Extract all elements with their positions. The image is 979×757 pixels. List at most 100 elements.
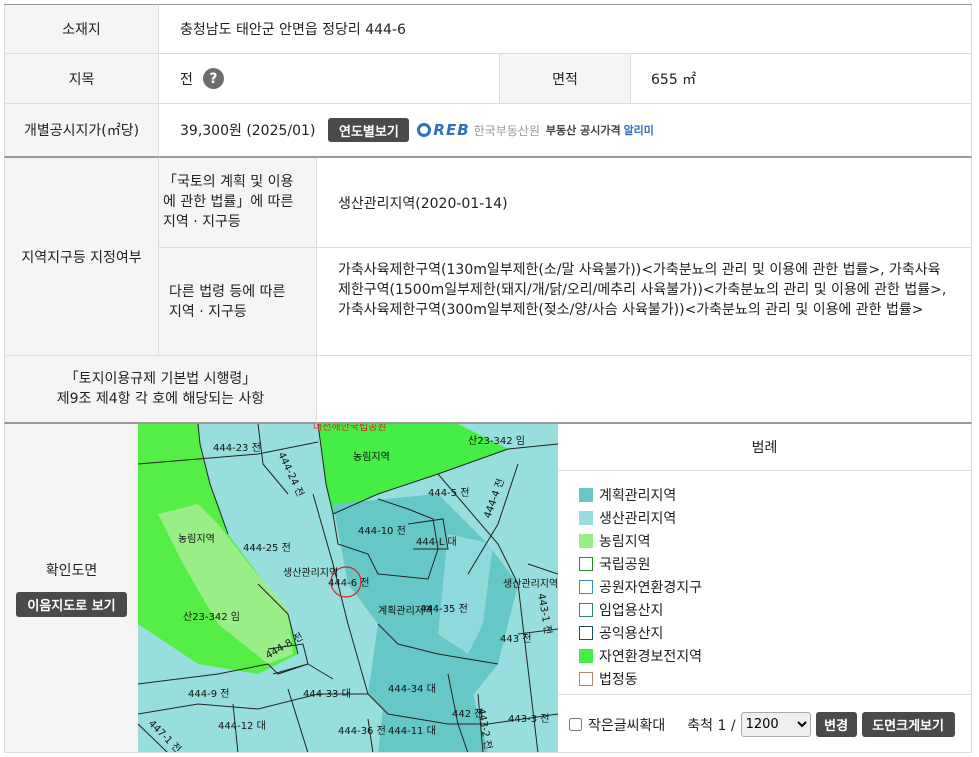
legend-item: 공익용산지 xyxy=(579,621,971,644)
legend-swatch xyxy=(579,648,593,663)
zoning-label-text: 지역지구등 지정여부 xyxy=(21,249,142,266)
location-label-text: 소재지 xyxy=(62,22,101,38)
map-parcel-label: 대전해안국립공원 xyxy=(313,424,387,433)
jimok-label: 지목 xyxy=(4,54,159,104)
reb-org-text: 한국부동산원 xyxy=(473,123,540,138)
legend-item: 임업용산지 xyxy=(579,598,971,621)
zoning-label: 지역지구등 지정여부 xyxy=(4,158,159,356)
help-icon[interactable]: ? xyxy=(202,68,224,89)
jimok-value-text: 전 xyxy=(180,71,193,88)
legend-label: 농림지역 xyxy=(599,533,651,550)
map-parcel-label: 444-L 대 xyxy=(416,536,457,548)
legend-title: 범례 xyxy=(558,424,971,471)
map-parcel-label: 444-12 대 xyxy=(218,720,266,732)
legend-panel: 범례 계획관리지역생산관리지역농림지역국립공원공원자연환경지구임업용산지공익용산… xyxy=(558,424,972,753)
price-label-text: 개별공시지가(㎡당) xyxy=(23,123,140,139)
scale-select[interactable]: 1200 xyxy=(740,712,811,737)
legend-label: 공원자연환경지구 xyxy=(599,579,703,596)
legend-swatch xyxy=(579,579,593,594)
view-map-button[interactable]: 이음지도로 보기 xyxy=(16,591,127,617)
location-label: 소재지 xyxy=(4,5,159,54)
legend-item: 공원자연환경지구 xyxy=(579,575,971,598)
reb-logo-icon xyxy=(417,123,432,137)
map-section-label-text: 확인도면 xyxy=(45,562,98,579)
legend-swatch xyxy=(579,625,593,640)
legend-label: 법정동 xyxy=(599,671,638,688)
cadastral-map-svg: 444-23 전444-24 전산23-342 임농림지역444-5 전444-… xyxy=(138,424,558,752)
reb-service-highlight: 알리미 xyxy=(623,124,654,137)
enforcement-label-line2: 제9조 제4항 각 호에 해당되는 사항 xyxy=(56,391,265,407)
large-map-button[interactable]: 도면크게보기 xyxy=(861,712,955,737)
legend-swatch xyxy=(579,556,593,571)
map-controls: 작은글씨확대 축척 1 / 1200 변경 도면크게보기 xyxy=(558,694,972,754)
scale-change-button[interactable]: 변경 xyxy=(815,712,857,737)
legend-item: 계획관리지역 xyxy=(579,483,971,506)
map-parcel-label: 농림지역 xyxy=(178,533,215,545)
cadastral-map[interactable]: 444-23 전 444-24 전 산23-342 임 농림지역 444-5 전 444-… xyxy=(138,424,558,753)
enforcement-label: 「토지이용규제 기본법 시행령」 제9조 제4항 각 호에 해당되는 사항 xyxy=(4,356,317,424)
legend-item: 법정동 xyxy=(579,667,971,690)
small-text-checkbox[interactable] xyxy=(569,718,582,731)
price-value-text: 39,300원 (2025/01) xyxy=(180,123,316,139)
map-parcel-label: 444-36 전 xyxy=(338,725,386,737)
reb-logo[interactable]: REB 한국부동산원 부동산 공시가격 알리미 xyxy=(417,121,654,139)
legend-title-text: 범례 xyxy=(751,440,778,456)
legend-label: 임업용산지 xyxy=(599,602,664,619)
yearly-view-button[interactable]: 연도별보기 xyxy=(328,118,410,142)
map-parcel-label: 444-10 전 xyxy=(358,525,406,537)
map-parcel-label: 생산관리지역 xyxy=(503,578,558,590)
legend-swatch xyxy=(579,510,593,525)
price-label: 개별공시지가(㎡당) xyxy=(4,104,159,158)
scale-label: 축척 1 / xyxy=(687,717,736,734)
legend-swatch xyxy=(579,602,593,617)
legend-list: 계획관리지역생산관리지역농림지역국립공원공원자연환경지구임업용산지공익용산지자연… xyxy=(558,471,971,690)
area-value-text: 655 ㎡ xyxy=(651,71,697,88)
map-parcel-label: 444-6 전 xyxy=(328,577,369,589)
zoning-row1-label-text: 「국토의 계획 및 이용에 관한 법률」에 따른 지역 · 지구등 xyxy=(163,174,294,230)
zoning-row2-label: 다른 법령 등에 따른 지역 · 지구등 xyxy=(159,248,317,356)
area-label-text: 면적 xyxy=(552,71,578,88)
legend-item: 자연환경보전지역 xyxy=(579,644,971,667)
legend-swatch xyxy=(579,487,593,502)
jimok-label-text: 지목 xyxy=(68,71,95,88)
map-parcel-label: 443-3 전 xyxy=(508,713,549,725)
reb-logo-text: REB xyxy=(433,121,470,139)
map-parcel-label: 444-35 전 xyxy=(420,603,468,615)
map-parcel-label: 444-25 전 xyxy=(243,542,291,554)
zoning-row1-value: 생산관리지역(2020-01-14) xyxy=(317,158,972,248)
reb-service-text: 부동산 공시가격 xyxy=(545,124,621,137)
jimok-value: 전 ? xyxy=(159,54,500,104)
zoning-row2-label-text: 다른 법령 등에 따른 지역 · 지구등 xyxy=(169,283,286,320)
map-parcel-label: 산23-342 임 xyxy=(468,434,525,447)
legend-label: 계획관리지역 xyxy=(599,487,677,504)
zoning-row1-value-text: 생산관리지역(2020-01-14) xyxy=(338,195,508,212)
map-parcel-label: 444-11 대 xyxy=(388,725,436,737)
map-parcel-label: 443 전 xyxy=(500,633,531,645)
map-parcel-label: 산23-342 임 xyxy=(183,610,240,623)
map-parcel-label: 444-9 전 xyxy=(188,688,229,700)
area-value: 655 ㎡ xyxy=(631,54,972,104)
map-section-label: 확인도면 이음지도로 보기 xyxy=(4,424,138,753)
legend-label: 공익용산지 xyxy=(599,625,664,642)
map-parcel-label: 농림지역 xyxy=(353,451,390,463)
legend-label: 생산관리지역 xyxy=(599,510,677,527)
legend-swatch xyxy=(579,533,593,548)
legend-label: 자연환경보전지역 xyxy=(599,648,703,665)
legend-item: 농림지역 xyxy=(579,529,971,552)
location-value-text: 충청남도 태안군 안면읍 정당리 444-6 xyxy=(180,22,406,38)
area-label: 면적 xyxy=(500,54,631,104)
zoning-row2-value-text: 가축사육제한구역(130m일부제한(소/말 사육불가))<가축분뇨의 관리 및 … xyxy=(338,262,947,318)
legend-item: 국립공원 xyxy=(579,552,971,575)
enforcement-value xyxy=(317,356,972,424)
legend-item: 생산관리지역 xyxy=(579,506,971,529)
map-parcel-label: 444-5 전 xyxy=(428,487,469,499)
map-parcel-label: 444-23 전 xyxy=(213,442,261,454)
location-value: 충청남도 태안군 안면읍 정당리 444-6 xyxy=(159,5,972,54)
map-parcel-label: 444-33 대 xyxy=(303,688,351,700)
legend-swatch xyxy=(579,671,593,686)
zoning-row2-value: 가축사육제한구역(130m일부제한(소/말 사육불가))<가축분뇨의 관리 및 … xyxy=(317,248,972,356)
enforcement-label-line1: 「토지이용규제 기본법 시행령」 xyxy=(64,371,257,387)
price-value: 39,300원 (2025/01) 연도별보기 REB 한국부동산원 부동산 공… xyxy=(159,104,972,158)
legend-label: 국립공원 xyxy=(599,556,651,573)
zoning-row1-label: 「국토의 계획 및 이용에 관한 법률」에 따른 지역 · 지구등 xyxy=(159,158,317,248)
